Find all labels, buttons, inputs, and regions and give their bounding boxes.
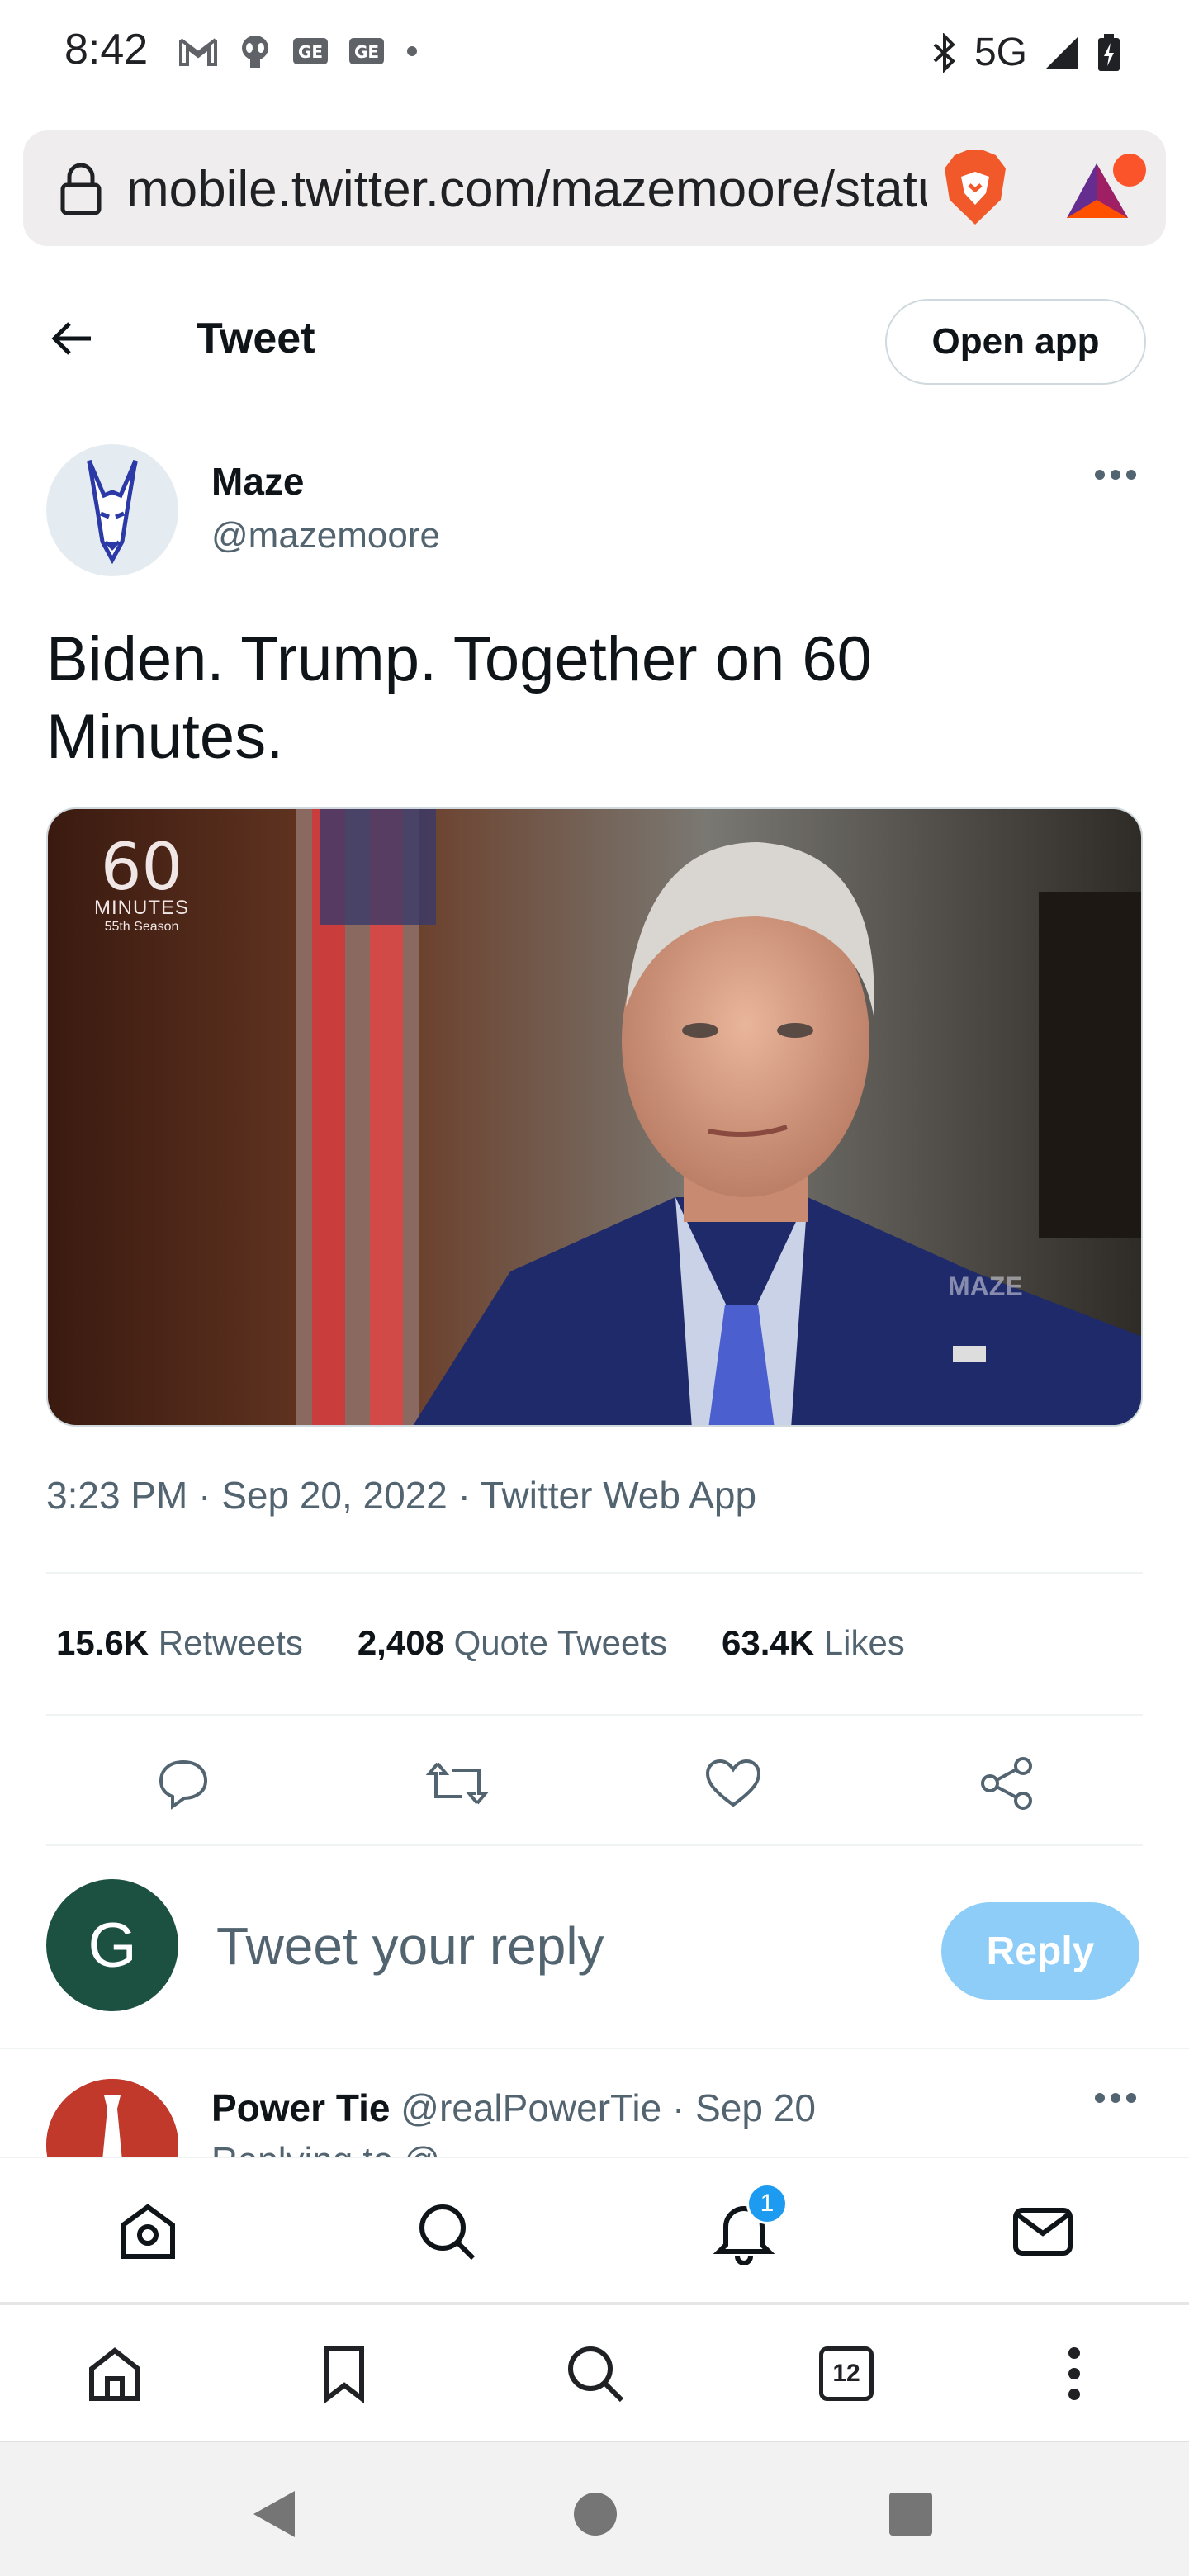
network-type: 5G bbox=[973, 31, 1027, 74]
tabs-button[interactable]: 12 bbox=[809, 2337, 883, 2411]
brave-rewards-icon[interactable] bbox=[1063, 147, 1154, 230]
meta-separator: · bbox=[672, 2086, 696, 2129]
alien-icon bbox=[237, 33, 273, 69]
back-arrow-icon[interactable] bbox=[46, 315, 96, 362]
tweet-meta: 3:23 PM · Sep 20, 2022 · Twitter Web App bbox=[46, 1473, 756, 1518]
signal-icon bbox=[1042, 33, 1082, 73]
tweet-header: Tweet Open app bbox=[0, 281, 1189, 396]
quote-tweets-label: Quote Tweets bbox=[453, 1623, 667, 1662]
author-name[interactable]: Maze bbox=[211, 459, 304, 504]
status-time: 8:42 bbox=[64, 26, 149, 73]
reply-input[interactable]: Tweet your reply bbox=[216, 1915, 604, 1977]
browser-toolbar: 12 bbox=[0, 2302, 1189, 2441]
battery-charging-icon bbox=[1097, 33, 1121, 73]
recents-icon[interactable] bbox=[882, 2485, 940, 2543]
reply-list-item[interactable]: Power Tie @realPowerTie · Sep 20 Replyin… bbox=[0, 2048, 1189, 2157]
sixty-minutes-logo: 60 MINUTES 55th Season bbox=[94, 831, 189, 935]
divider bbox=[46, 1572, 1143, 1574]
tweet-actions bbox=[0, 1742, 1189, 1825]
reply-icon[interactable] bbox=[150, 1750, 216, 1816]
image-watermark: MAZE bbox=[948, 1271, 1023, 1301]
replying-to-text: Replying to @... bbox=[211, 2140, 471, 2157]
status-notification-icons: GE GE bbox=[178, 33, 420, 69]
twitter-bottom-nav: 1 bbox=[0, 2157, 1189, 2302]
tweet-media-image[interactable]: 60 MINUTES 55th Season MAZE bbox=[46, 807, 1143, 1427]
page-title: Tweet bbox=[197, 315, 315, 362]
quote-tweets-stat[interactable]: 2,408 Quote Tweets bbox=[358, 1623, 667, 1663]
retweet-icon[interactable] bbox=[424, 1750, 490, 1816]
url-text[interactable]: mobile.twitter.com/mazemoore/status bbox=[126, 160, 927, 219]
status-bar: 8:42 GE GE 5G bbox=[0, 0, 1189, 107]
svg-text:GE: GE bbox=[354, 42, 379, 62]
messages-icon[interactable] bbox=[1007, 2196, 1078, 2267]
reply-header: Power Tie @realPowerTie · Sep 20 bbox=[211, 2086, 816, 2130]
retweets-count: 15.6K bbox=[56, 1623, 149, 1662]
lock-icon[interactable] bbox=[56, 162, 106, 216]
divider bbox=[46, 1844, 1143, 1846]
bookmark-icon[interactable] bbox=[307, 2337, 381, 2411]
share-icon[interactable] bbox=[974, 1750, 1040, 1816]
dot-icon bbox=[404, 43, 420, 59]
tabs-count: 12 bbox=[819, 2346, 874, 2401]
tweet-text: Biden. Trump. Together on 60 Minutes. bbox=[46, 624, 872, 772]
like-icon[interactable] bbox=[700, 1750, 766, 1816]
quote-tweets-count: 2,408 bbox=[357, 1623, 444, 1662]
notification-badge: 1 bbox=[746, 2183, 788, 2224]
retweets-stat[interactable]: 15.6K Retweets bbox=[56, 1623, 303, 1663]
divider bbox=[46, 1714, 1143, 1716]
more-options-icon[interactable] bbox=[1094, 469, 1137, 481]
tweet-stats: 15.6K Retweets 2,408 Quote Tweets 63.4K … bbox=[56, 1623, 959, 1663]
user-avatar[interactable]: G bbox=[46, 1879, 178, 2011]
ge-icon: GE bbox=[291, 36, 329, 66]
reply-button[interactable]: Reply bbox=[941, 1902, 1139, 2000]
meta-separator: · bbox=[457, 1474, 481, 1517]
browser-home-icon[interactable] bbox=[78, 2337, 152, 2411]
browser-menu-icon[interactable] bbox=[1037, 2337, 1111, 2411]
likes-label: Likes bbox=[823, 1623, 905, 1662]
home-button-icon[interactable] bbox=[566, 2485, 624, 2543]
bluetooth-icon bbox=[930, 32, 959, 73]
gmail-icon bbox=[178, 35, 219, 68]
reply-author-handle[interactable]: @realPowerTie bbox=[400, 2086, 661, 2129]
home-icon[interactable] bbox=[112, 2196, 183, 2267]
brave-shield-icon[interactable] bbox=[938, 147, 1012, 230]
open-app-button[interactable]: Open app bbox=[885, 299, 1146, 385]
reply-date[interactable]: Sep 20 bbox=[695, 2086, 816, 2129]
tweet-date[interactable]: Sep 20, 2022 bbox=[221, 1474, 448, 1517]
meta-separator: · bbox=[198, 1474, 222, 1517]
likes-stat[interactable]: 63.4K Likes bbox=[722, 1623, 905, 1663]
author-handle[interactable]: @mazemoore bbox=[211, 515, 440, 556]
status-right-icons: 5G bbox=[930, 30, 1121, 75]
likes-count: 63.4K bbox=[722, 1623, 815, 1662]
svg-text:GE: GE bbox=[298, 42, 323, 62]
address-bar[interactable]: mobile.twitter.com/mazemoore/status bbox=[23, 130, 1166, 246]
logo-season: 55th Season bbox=[104, 920, 179, 934]
author-avatar[interactable] bbox=[46, 444, 178, 576]
more-options-icon[interactable] bbox=[1094, 2092, 1137, 2104]
search-icon[interactable] bbox=[411, 2196, 482, 2267]
retweets-label: Retweets bbox=[158, 1623, 303, 1662]
tweet-time[interactable]: 3:23 PM bbox=[46, 1474, 187, 1517]
logo-number: 60 bbox=[100, 831, 183, 905]
ge-icon: GE bbox=[348, 36, 386, 66]
reply-author-name[interactable]: Power Tie bbox=[211, 2086, 390, 2129]
system-navigation-bar bbox=[0, 2441, 1189, 2576]
browser-search-icon[interactable] bbox=[558, 2337, 632, 2411]
logo-word: MINUTES bbox=[94, 897, 189, 919]
reply-author-avatar[interactable] bbox=[46, 2079, 178, 2157]
tweet-source[interactable]: Twitter Web App bbox=[481, 1474, 756, 1517]
back-icon[interactable] bbox=[244, 2485, 302, 2543]
